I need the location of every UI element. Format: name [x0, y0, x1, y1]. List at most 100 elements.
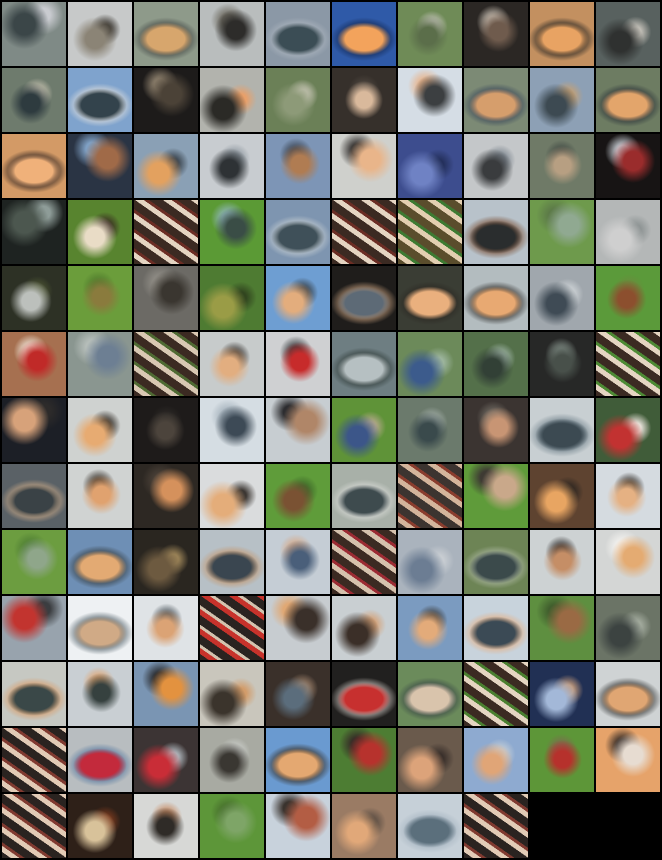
sample-tile: [398, 662, 462, 726]
sample-tile: [464, 200, 528, 264]
sample-tile: [596, 464, 660, 528]
sample-tile: [200, 332, 264, 396]
sample-tile: [134, 200, 198, 264]
sample-tile: [266, 134, 330, 198]
sample-tile: [398, 728, 462, 792]
sample-tile: [530, 398, 594, 462]
sample-tile: [332, 728, 396, 792]
sample-tile: [134, 530, 198, 594]
sample-tile: [68, 68, 132, 132]
sample-tile: [68, 464, 132, 528]
sample-tile: [398, 464, 462, 528]
sample-tile: [2, 200, 66, 264]
sample-tile: [332, 464, 396, 528]
sample-tile: [266, 596, 330, 660]
sample-tile: [134, 2, 198, 66]
sample-tile: [134, 332, 198, 396]
sample-tile: [68, 728, 132, 792]
sample-tile: [332, 200, 396, 264]
sample-tile: [530, 662, 594, 726]
sample-tile: [530, 2, 594, 66]
sample-tile: [200, 662, 264, 726]
sample-tile: [2, 398, 66, 462]
sample-tile: [596, 596, 660, 660]
sample-tile: [2, 728, 66, 792]
sample-tile: [332, 266, 396, 330]
sample-tile: [464, 266, 528, 330]
sample-tile: [596, 134, 660, 198]
sample-tile: [134, 596, 198, 660]
sample-tile: [332, 134, 396, 198]
sample-tile: [398, 134, 462, 198]
sample-tile: [464, 464, 528, 528]
sample-tile: [596, 266, 660, 330]
sample-tile: [332, 596, 396, 660]
sample-tile: [200, 794, 264, 858]
sample-tile: [2, 530, 66, 594]
sample-image-grid: [0, 0, 662, 860]
sample-tile: [200, 134, 264, 198]
sample-tile: [68, 2, 132, 66]
sample-tile: [266, 530, 330, 594]
sample-tile: [200, 464, 264, 528]
sample-tile: [332, 662, 396, 726]
sample-tile: [2, 596, 66, 660]
sample-tile: [398, 266, 462, 330]
sample-tile: [68, 332, 132, 396]
sample-tile: [464, 596, 528, 660]
sample-tile: [530, 332, 594, 396]
sample-tile: [68, 794, 132, 858]
sample-tile: [266, 794, 330, 858]
sample-tile: [266, 662, 330, 726]
sample-tile: [464, 794, 528, 858]
sample-tile: [2, 68, 66, 132]
sample-tile: [134, 728, 198, 792]
sample-tile: [398, 332, 462, 396]
sample-tile: [596, 530, 660, 594]
sample-tile: [464, 134, 528, 198]
sample-tile: [464, 530, 528, 594]
sample-tile: [266, 266, 330, 330]
sample-tile: [332, 794, 396, 858]
sample-tile: [200, 68, 264, 132]
sample-tile: [266, 68, 330, 132]
sample-tile: [398, 794, 462, 858]
sample-tile: [596, 68, 660, 132]
sample-tile: [68, 398, 132, 462]
sample-tile: [200, 2, 264, 66]
sample-tile: [464, 662, 528, 726]
sample-tile: [134, 662, 198, 726]
sample-tile: [2, 662, 66, 726]
sample-tile: [2, 464, 66, 528]
sample-tile: [134, 398, 198, 462]
sample-tile: [266, 728, 330, 792]
sample-tile: [596, 332, 660, 396]
sample-tile: [2, 266, 66, 330]
sample-tile: [530, 728, 594, 792]
sample-tile: [398, 200, 462, 264]
sample-tile: [332, 68, 396, 132]
sample-tile: [134, 68, 198, 132]
sample-tile: [530, 530, 594, 594]
sample-tile: [596, 2, 660, 66]
sample-tile: [134, 134, 198, 198]
sample-tile: [2, 332, 66, 396]
sample-tile: [332, 398, 396, 462]
sample-tile: [200, 728, 264, 792]
sample-tile: [398, 398, 462, 462]
sample-tile: [464, 398, 528, 462]
sample-tile: [134, 464, 198, 528]
sample-tile: [530, 68, 594, 132]
sample-tile: [68, 530, 132, 594]
sample-tile: [200, 398, 264, 462]
sample-tile: [68, 266, 132, 330]
sample-tile: [464, 68, 528, 132]
sample-tile: [332, 530, 396, 594]
sample-tile: [596, 662, 660, 726]
sample-tile: [530, 200, 594, 264]
sample-tile: [134, 794, 198, 858]
sample-tile: [68, 596, 132, 660]
sample-tile: [398, 596, 462, 660]
sample-tile: [266, 200, 330, 264]
sample-tile: [266, 464, 330, 528]
